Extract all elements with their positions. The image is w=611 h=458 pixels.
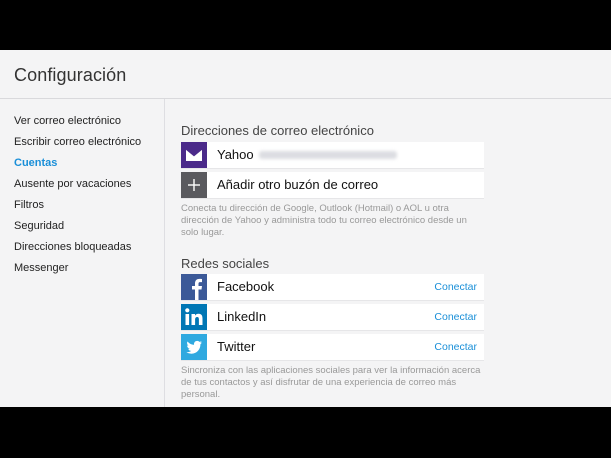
social-row-linkedin: LinkedIn Conectar bbox=[181, 304, 484, 331]
emails-section-title: Direcciones de correo electrónico bbox=[181, 123, 374, 138]
page-title: Configuración bbox=[14, 65, 127, 85]
plus-icon bbox=[181, 172, 207, 198]
connect-twitter-button[interactable]: Conectar bbox=[434, 341, 477, 353]
linkedin-label: LinkedIn bbox=[217, 309, 267, 324]
account-row-yahoo[interactable]: Yahoo bbox=[181, 142, 484, 169]
sidebar-item-escribir-correo[interactable]: Escribir correo electrónico bbox=[14, 136, 141, 148]
connect-linkedin-button[interactable]: Conectar bbox=[434, 311, 477, 323]
sidebar: Ver correo electrónico Escribir correo e… bbox=[0, 99, 165, 407]
social-row-facebook: Facebook Conectar bbox=[181, 274, 484, 301]
sidebar-item-filtros[interactable]: Filtros bbox=[14, 199, 44, 211]
settings-window: Configuración Ver correo electrónico Esc… bbox=[0, 50, 611, 407]
redacted-email-address bbox=[259, 151, 397, 159]
header: Configuración bbox=[0, 50, 611, 99]
social-description: Sincroniza con las aplicaciones sociales… bbox=[181, 365, 481, 400]
sidebar-item-seguridad[interactable]: Seguridad bbox=[14, 220, 64, 232]
twitter-label: Twitter bbox=[217, 339, 256, 354]
yahoo-mail-icon bbox=[181, 142, 207, 168]
social-section-title: Redes sociales bbox=[181, 256, 270, 271]
accounts-panel: Direcciones de correo electrónico Yahoo bbox=[165, 99, 611, 407]
facebook-label: Facebook bbox=[217, 279, 275, 294]
account-label-yahoo: Yahoo bbox=[217, 147, 254, 162]
add-mailbox-label: Añadir otro buzón de correo bbox=[217, 177, 379, 192]
emails-description: Conecta tu dirección de Google, Outlook … bbox=[181, 203, 467, 238]
sidebar-item-bloqueadas[interactable]: Direcciones bloqueadas bbox=[14, 241, 131, 253]
linkedin-icon bbox=[181, 304, 207, 330]
facebook-icon bbox=[181, 274, 207, 300]
sidebar-item-cuentas[interactable]: Cuentas bbox=[14, 157, 57, 169]
social-row-twitter: Twitter Conectar bbox=[181, 334, 484, 361]
add-mailbox-button[interactable]: Añadir otro buzón de correo bbox=[181, 172, 484, 199]
sidebar-item-messenger[interactable]: Messenger bbox=[14, 262, 68, 274]
sidebar-item-ver-correo[interactable]: Ver correo electrónico bbox=[14, 115, 121, 127]
twitter-icon bbox=[181, 334, 207, 360]
connect-facebook-button[interactable]: Conectar bbox=[434, 281, 477, 293]
sidebar-item-vacaciones[interactable]: Ausente por vacaciones bbox=[14, 178, 131, 190]
